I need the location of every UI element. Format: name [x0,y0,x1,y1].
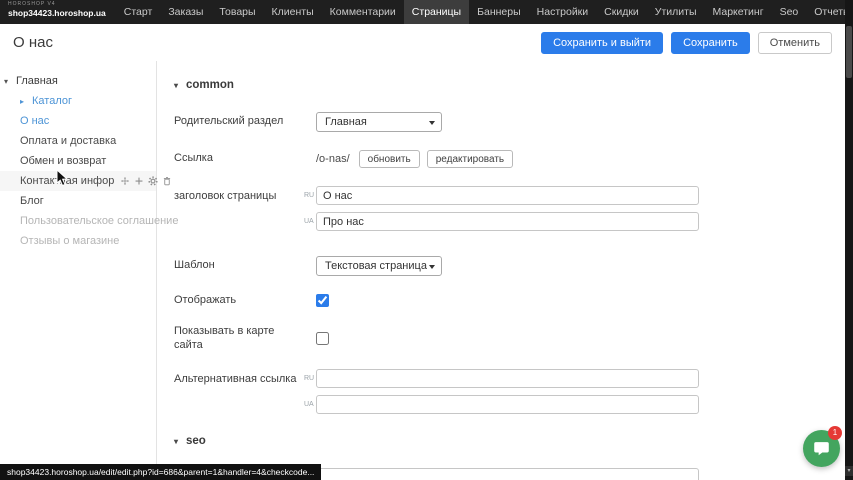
sidebar-item-blog[interactable]: Блог [0,191,156,211]
section-seo-header[interactable]: ▾ seo [174,435,845,447]
menu-item-settings[interactable]: Настройки [529,0,597,24]
sitemap-row: Показывать в карте сайта [174,325,845,353]
select-value: Главная [325,116,367,128]
sidebar-item-reviews[interactable]: Отзывы о магазине [0,231,156,251]
chevron-down-icon: ▾ [174,437,186,446]
sidebar-item-user-agreement[interactable]: Пользовательское соглашение [0,211,156,231]
pages-tree: ▾ Главная ▸ Каталог О нас Оплата и доста… [0,61,157,480]
menu-item-comments[interactable]: Комментарии [322,0,404,24]
page-title: О нас [13,34,53,51]
section-title: seo [186,435,206,447]
sidebar-item-exchange-return[interactable]: Обмен и возврат [0,151,156,171]
section-title: common [186,79,234,91]
sidebar-item-label: Контактная инфор [20,175,114,187]
chevron-right-icon[interactable]: ▸ [20,97,32,106]
add-icon[interactable] [134,176,144,186]
parent-section-row: Родительский раздел Главная [174,112,845,132]
body-split: ▾ Главная ▸ Каталог О нас Оплата и доста… [0,61,845,480]
sidebar-item-label: Главная [16,75,58,87]
sidebar-item-label: Каталог [32,95,72,107]
move-icon[interactable] [120,176,130,186]
menu-item-seo[interactable]: Seo [772,0,807,24]
field-label: Отображать [174,294,304,308]
sidebar-item-contact-info[interactable]: Контактная инфор [0,171,156,191]
scrollbar-down-arrow[interactable]: ▾ [845,466,853,476]
edit-link-button[interactable]: редактировать [427,150,513,168]
page-title-ua-input[interactable] [316,212,699,231]
link-preview-statusbar: shop34423.horoshop.ua/edit/edit.php?id=6… [0,464,321,480]
header-buttons: Сохранить и выйти Сохранить Отменить [541,32,832,54]
template-row: Шаблон Текстовая страница [174,256,845,276]
logo[interactable]: HOROSHOP V4 shop34423.horoshop.ua [0,0,116,24]
page: О нас Сохранить и выйти Сохранить Отмени… [0,24,845,480]
alt-link-row: Альтернативная ссылка RU UA [174,369,845,421]
field-label: заголовок страницы [174,186,304,204]
page-title-row: заголовок страницы RU UA [174,186,845,238]
menu-item-start[interactable]: Старт [116,0,161,24]
sitemap-checkbox[interactable] [316,332,329,345]
logo-domain: shop34423.horoshop.ua [8,9,106,18]
chevron-down-icon: ▾ [174,81,186,90]
field-label: Родительский раздел [174,115,304,129]
menu-item-clients[interactable]: Клиенты [264,0,322,24]
page-title-ru-input[interactable] [316,186,699,205]
chevron-down-icon [429,121,435,125]
save-button[interactable]: Сохранить [671,32,750,54]
menu-item-orders[interactable]: Заказы [160,0,211,24]
sidebar-item-payment-delivery[interactable]: Оплата и доставка [0,131,156,151]
field-label: Ссылка [174,152,304,166]
select-value: Текстовая страница [325,260,427,272]
link-value: /o-nas/ [316,153,350,165]
cancel-button[interactable]: Отменить [758,32,832,54]
menu-item-marketing[interactable]: Маркетинг [705,0,772,24]
sidebar-item-label: Оплата и доставка [20,135,116,147]
alt-link-ua-input[interactable] [316,395,699,414]
lang-ua-label: UA [304,218,316,225]
chevron-down-icon[interactable]: ▾ [4,77,16,86]
link-row: Ссылка /o-nas/ обновить редактировать [174,150,845,168]
lang-ru-label: RU [304,375,316,382]
chat-bubble-icon [812,439,831,458]
field-label: Показывать в карте сайта [174,325,304,353]
scrollbar[interactable]: ▾ [845,0,853,480]
lang-ua-label: UA [304,401,316,408]
menu-item-discounts[interactable]: Скидки [596,0,647,24]
sidebar-item-about[interactable]: О нас [0,111,156,131]
html-title-ru-input[interactable] [316,468,699,480]
sidebar-item-label: Блог [20,195,44,207]
field-label: Шаблон [174,259,304,273]
edit-form: ▾ common Родительский раздел Главная [157,61,845,480]
chat-launcher-button[interactable]: 1 [803,430,840,467]
menu-item-utilities[interactable]: Утилиты [647,0,705,24]
menu-item-products[interactable]: Товары [211,0,263,24]
display-checkbox[interactable] [316,294,329,307]
chevron-down-icon [429,265,435,269]
main-menu: Старт Заказы Товары Клиенты Комментарии … [116,0,853,24]
sidebar-item-home[interactable]: ▾ Главная [0,71,156,91]
scrollbar-thumb[interactable] [846,26,852,78]
sidebar-item-label: Пользовательское соглашение [20,215,178,227]
sidebar-item-label: Обмен и возврат [20,155,106,167]
display-row: Отображать [174,294,845,308]
sidebar-item-label: О нас [20,115,49,127]
logo-version: HOROSHOP V4 [8,2,106,7]
alt-link-ru-input[interactable] [316,369,699,388]
menu-item-pages[interactable]: Страницы [404,0,469,24]
save-and-exit-button[interactable]: Сохранить и выйти [541,32,663,54]
sidebar-item-label: Отзывы о магазине [20,235,119,247]
app-window: HOROSHOP V4 shop34423.horoshop.ua Старт … [0,0,853,480]
chat-unread-badge: 1 [828,426,842,440]
page-header: О нас Сохранить и выйти Сохранить Отмени… [0,24,845,61]
refresh-link-button[interactable]: обновить [359,150,420,168]
menu-item-banners[interactable]: Баннеры [469,0,529,24]
section-common-header[interactable]: ▾ common [174,79,845,91]
template-select[interactable]: Текстовая страница [316,256,442,276]
topbar: HOROSHOP V4 shop34423.horoshop.ua Старт … [0,0,853,24]
sidebar-item-catalog[interactable]: ▸ Каталог [0,91,156,111]
parent-section-select[interactable]: Главная [316,112,442,132]
lang-ru-label: RU [304,192,316,199]
field-label: Альтернативная ссылка [174,369,304,387]
